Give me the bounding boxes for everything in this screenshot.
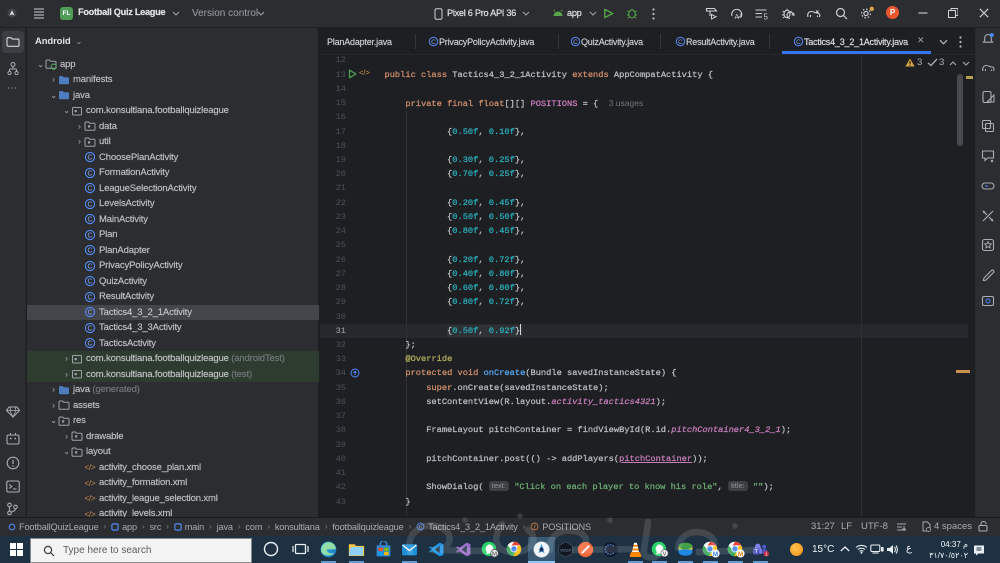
svg-text:C: C bbox=[88, 248, 93, 255]
svg-text:</>: </> bbox=[84, 494, 96, 503]
svg-text:C: C bbox=[573, 39, 578, 46]
svg-text:C: C bbox=[88, 325, 93, 332]
svg-text:C: C bbox=[88, 232, 93, 239]
svg-text:C: C bbox=[88, 294, 93, 301]
svg-text:C: C bbox=[88, 186, 93, 193]
svg-text:C: C bbox=[88, 263, 93, 270]
svg-text:C: C bbox=[88, 170, 93, 177]
svg-text:C: C bbox=[88, 279, 93, 286]
svg-text:C: C bbox=[88, 217, 93, 224]
svg-text:5: 5 bbox=[764, 13, 769, 21]
svg-text:</>: </> bbox=[84, 463, 96, 472]
svg-text:C: C bbox=[88, 341, 93, 348]
svg-text:</>: </> bbox=[84, 479, 96, 488]
svg-text:C: C bbox=[88, 201, 93, 208]
svg-text:C: C bbox=[88, 155, 93, 162]
svg-text:C: C bbox=[678, 39, 683, 46]
svg-text:C: C bbox=[431, 39, 436, 46]
svg-text:A: A bbox=[735, 14, 740, 20]
svg-text:C: C bbox=[796, 39, 801, 46]
svg-text:C: C bbox=[88, 310, 93, 317]
